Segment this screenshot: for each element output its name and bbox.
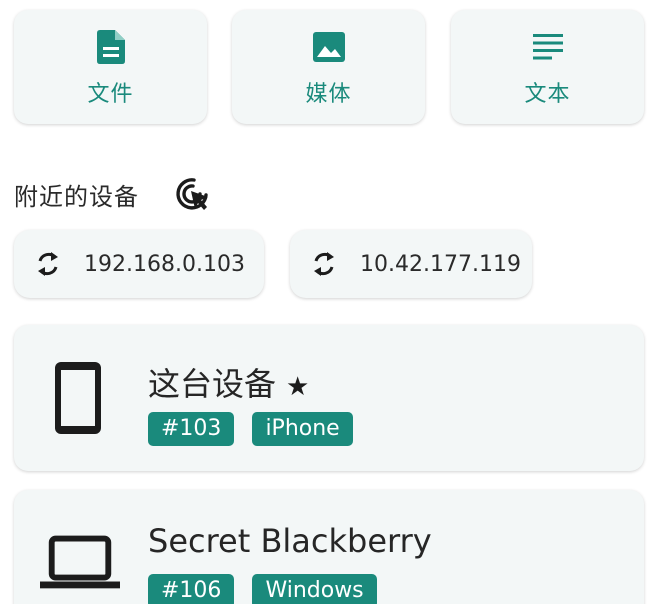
share-text-button[interactable]: 文本 — [451, 10, 644, 124]
phone-icon — [38, 358, 118, 438]
image-icon — [312, 30, 346, 64]
send-page: 文件 媒体 文本 附近的设备 192.168.0.103 10.42.177.1… — [0, 0, 647, 604]
sync-icon — [32, 248, 64, 280]
ip-address: 10.42.177.119 — [360, 251, 521, 277]
device-name: Secret Blackberry — [148, 522, 432, 560]
share-type-row: 文件 媒体 文本 — [14, 10, 644, 126]
sync-icon — [308, 248, 340, 280]
share-media-label: 媒体 — [305, 82, 352, 107]
share-text-label: 文本 — [524, 82, 571, 107]
nearby-devices-title: 附近的设备 — [14, 182, 139, 211]
share-file-button[interactable]: 文件 — [14, 10, 207, 124]
device-name-text: Secret Blackberry — [148, 522, 432, 560]
nearby-devices-heading: 附近的设备 — [14, 174, 213, 214]
device-tags: #103 iPhone — [148, 412, 371, 446]
ip-address: 192.168.0.103 — [84, 251, 245, 277]
device-id-badge: #106 — [148, 574, 235, 604]
file-icon — [94, 30, 128, 64]
device-card-this-device[interactable]: 这台设备 ★ #103 iPhone — [14, 325, 644, 471]
device-type-badge: iPhone — [252, 412, 353, 446]
device-type-badge: Windows — [252, 574, 377, 604]
ip-chip-2[interactable]: 10.42.177.119 — [290, 230, 532, 298]
device-card-secret-blackberry[interactable]: Secret Blackberry #106 Windows — [14, 490, 644, 604]
star-icon: ★ — [286, 372, 310, 402]
device-tags: #106 Windows — [148, 574, 395, 604]
laptop-icon — [40, 522, 120, 602]
ip-chip-1[interactable]: 192.168.0.103 — [14, 230, 264, 298]
device-id-badge: #103 — [148, 412, 235, 446]
share-file-label: 文件 — [87, 82, 134, 107]
text-icon — [531, 30, 565, 64]
scan-click-icon[interactable] — [173, 174, 213, 214]
share-media-button[interactable]: 媒体 — [232, 10, 425, 124]
device-name: 这台设备 ★ — [148, 359, 309, 405]
device-name-text: 这台设备 — [148, 365, 277, 403]
